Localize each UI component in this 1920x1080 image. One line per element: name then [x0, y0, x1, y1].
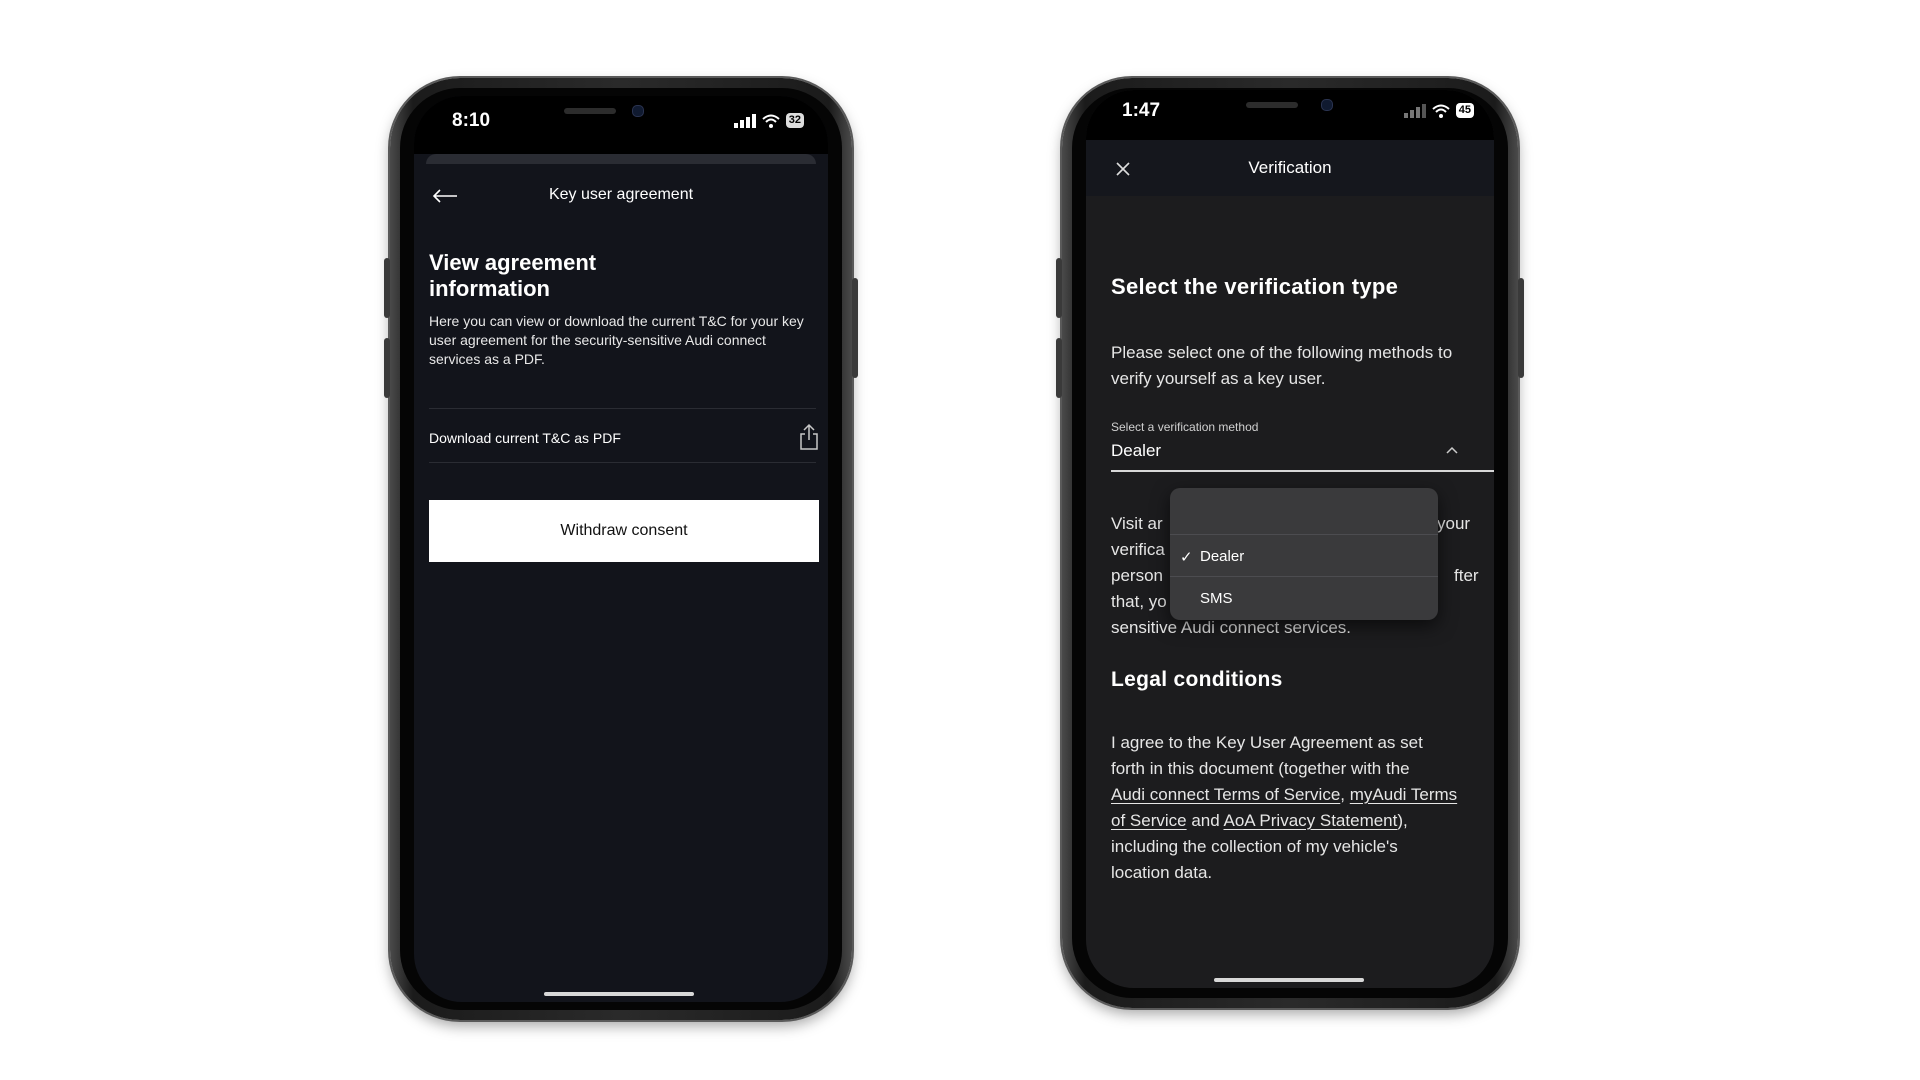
- withdraw-consent-button[interactable]: Withdraw consent: [429, 500, 819, 562]
- menu-separator: [1170, 534, 1438, 535]
- legal-line: of Service and AoA Privacy Statement),: [1111, 808, 1494, 834]
- option-label: SMS: [1200, 590, 1233, 607]
- signal-icon: [1403, 103, 1426, 118]
- audi-connect-tos-link[interactable]: Audi connect Terms of Service: [1111, 785, 1340, 804]
- speaker-grille: [564, 108, 616, 114]
- home-indicator: [1214, 978, 1364, 982]
- checkmark-icon: ✓: [1180, 549, 1193, 566]
- select-value[interactable]: Dealer: [1111, 441, 1161, 461]
- select-label: Select a verification method: [1111, 420, 1259, 434]
- select-underline: [1111, 470, 1494, 472]
- verification-method-dropdown: ✓ Dealer SMS: [1170, 488, 1438, 620]
- option-dealer[interactable]: ✓ Dealer: [1170, 546, 1438, 572]
- right-phone: 1:47 45 Verification Select the verifica…: [1056, 78, 1524, 1008]
- phone-power-button: [1518, 278, 1524, 378]
- body-text-fragment: verifica: [1111, 540, 1165, 559]
- phone-power-button: [852, 278, 858, 378]
- legal-punct: ),: [1397, 811, 1408, 830]
- status-icons: 45: [1403, 103, 1474, 118]
- body-text-fragment: person: [1111, 566, 1163, 585]
- menu-separator: [1170, 576, 1438, 577]
- legal-line: including the collection of my vehicle's: [1111, 837, 1398, 856]
- dynamic-notch: [1192, 90, 1388, 130]
- legal-heading: Legal conditions: [1111, 668, 1283, 691]
- battery-indicator: 32: [785, 113, 804, 128]
- body-text-fragment: Visit ar: [1111, 514, 1163, 533]
- header-title: Key user agreement: [548, 186, 694, 203]
- page-heading: View agreement information: [429, 250, 597, 301]
- front-camera: [1321, 99, 1333, 111]
- myaudi-terms-link[interactable]: myAudi Terms: [1350, 785, 1457, 804]
- option-sms[interactable]: SMS: [1170, 588, 1438, 614]
- body-text-fragment: that, yo: [1111, 592, 1167, 611]
- legal-text: I agree to the Key User Agreement as set…: [1111, 730, 1494, 886]
- legal-comma: ,: [1340, 785, 1346, 804]
- legal-line: Audi connect Terms of Service, myAudi Te…: [1111, 782, 1494, 808]
- left-screen: 8:10 32 Key user agreement View agreemen…: [414, 96, 828, 1002]
- option-label: Dealer: [1200, 548, 1245, 565]
- phone-side-button: [1056, 338, 1062, 398]
- page-heading: Select the verification type: [1111, 274, 1399, 299]
- phone-side-button: [384, 258, 390, 318]
- signal-icon: [733, 113, 756, 128]
- left-phone: 8:10 32 Key user agreement View agreemen…: [384, 78, 858, 1020]
- status-bar: 1:47 45: [1086, 90, 1494, 140]
- description-text: Here you can view or download the curren…: [429, 313, 804, 367]
- intro-text: Please select one of the following metho…: [1111, 343, 1453, 388]
- phone-side-button: [384, 338, 390, 398]
- myaudi-terms-link[interactable]: of Service: [1111, 811, 1187, 830]
- legal-line: I agree to the Key User Agreement as set: [1111, 733, 1423, 752]
- right-screen: 1:47 45 Verification Select the verifica…: [1086, 90, 1494, 988]
- share-icon[interactable]: [798, 423, 820, 451]
- body-text-fragment: sensitive Audi connect services.: [1111, 618, 1352, 637]
- status-bar: 8:10 32: [414, 96, 828, 154]
- status-icons: 32: [733, 113, 804, 128]
- front-camera: [632, 105, 644, 117]
- legal-and: and: [1191, 811, 1220, 830]
- body-text-fragment: your: [1437, 514, 1471, 533]
- wifi-icon: [762, 114, 780, 128]
- battery-indicator: 45: [1455, 103, 1474, 118]
- body-text-fragment: fter: [1454, 566, 1479, 585]
- legal-line: forth in this document (together with th…: [1111, 759, 1410, 778]
- sheet-top-edge: [426, 154, 816, 164]
- status-time: 1:47: [1122, 100, 1161, 121]
- download-pdf-link[interactable]: Download current T&C as PDF: [429, 430, 621, 446]
- status-time: 8:10: [452, 110, 491, 131]
- wifi-icon: [1432, 104, 1450, 118]
- home-indicator: [544, 992, 694, 996]
- header-title: Verification: [1248, 158, 1332, 177]
- aoa-privacy-link[interactable]: AoA Privacy Statement: [1224, 811, 1398, 830]
- speaker-grille: [1246, 102, 1298, 108]
- legal-line: location data.: [1111, 863, 1213, 882]
- divider: [429, 408, 816, 409]
- divider: [429, 462, 816, 463]
- chevron-up-icon[interactable]: [1446, 446, 1458, 454]
- phone-side-button: [1056, 258, 1062, 318]
